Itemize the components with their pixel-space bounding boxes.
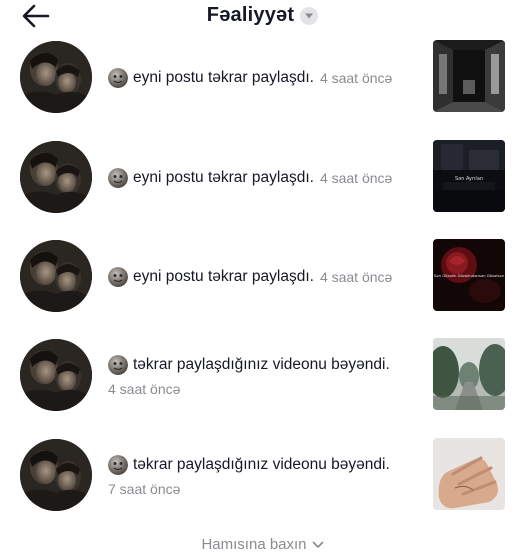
user-avatar[interactable] (20, 240, 92, 312)
activity-item[interactable]: təkrar paylaşdığınız videonu bəyəndi. 7 … (0, 436, 525, 516)
activity-text: təkrar paylaşdığınız videonu bəyəndi. 4 … (108, 336, 420, 416)
user-avatar[interactable] (20, 339, 92, 411)
user-avatar[interactable] (20, 439, 92, 511)
see-all-button[interactable]: Hamısına baxın (0, 536, 525, 553)
video-thumbnail[interactable] (433, 40, 505, 112)
mini-avatar-icon (108, 168, 128, 188)
page-title[interactable]: Fəaliyyət (207, 4, 294, 27)
header: Fəaliyyət (0, 0, 525, 36)
activity-time: 4 saat öncə (319, 170, 393, 186)
activity-text: təkrar paylaşdığınız videonu bəyəndi. 7 … (108, 436, 420, 516)
activity-item[interactable]: eyni postu təkrar paylaşdı. 4 saat öncə … (0, 138, 525, 218)
activity-item[interactable]: eyni postu təkrar paylaşdı. 4 saat öncə … (0, 237, 525, 317)
user-avatar[interactable] (20, 41, 92, 113)
thumbnail-caption: Sən Ayrılan (455, 176, 483, 182)
mini-avatar-icon (108, 355, 128, 375)
activity-message: eyni postu təkrar paylaşdı. (133, 268, 314, 285)
mini-avatar-icon (108, 68, 128, 88)
activity-time: 4 saat öncə (108, 381, 181, 397)
activity-item[interactable]: eyni postu təkrar paylaşdı. 4 saat öncə (0, 38, 525, 118)
activity-time: 4 saat öncə (319, 70, 393, 86)
activity-text: eyni postu təkrar paylaşdı. 4 saat öncə (108, 237, 420, 317)
activity-time: 4 saat öncə (319, 269, 393, 285)
see-all-label: Hamısına baxın (201, 536, 307, 553)
video-thumbnail[interactable]: Sən Gözəlin Gözəlindənsən Gözəlsən (433, 239, 505, 311)
video-thumbnail[interactable]: Sən Ayrılan (433, 140, 505, 212)
activity-item[interactable]: təkrar paylaşdığınız videonu bəyəndi. 4 … (0, 336, 525, 416)
video-thumbnail[interactable] (433, 438, 505, 510)
activity-text: eyni postu təkrar paylaşdı. 4 saat öncə (108, 38, 420, 118)
dropdown-toggle[interactable] (300, 6, 319, 25)
activity-time: 7 saat öncə (108, 481, 181, 497)
mini-avatar-icon (108, 455, 128, 475)
activity-message: eyni postu təkrar paylaşdı. (133, 69, 314, 86)
mini-avatar-icon (108, 267, 128, 287)
activity-text: eyni postu təkrar paylaşdı. 4 saat öncə (108, 138, 420, 218)
activity-message: təkrar paylaşdığınız videonu bəyəndi. (133, 456, 390, 473)
chevron-down-icon (312, 541, 323, 548)
video-thumbnail[interactable] (433, 338, 505, 410)
activity-message: təkrar paylaşdığınız videonu bəyəndi. (133, 356, 390, 373)
caret-down-icon (305, 13, 314, 18)
title-group[interactable]: Fəaliyyət (0, 4, 525, 27)
user-avatar[interactable] (20, 141, 92, 213)
activity-message: eyni postu təkrar paylaşdı. (133, 169, 314, 186)
thumbnail-caption: Sən Gözəlin Gözəlindənsən Gözəlsən (434, 273, 505, 278)
